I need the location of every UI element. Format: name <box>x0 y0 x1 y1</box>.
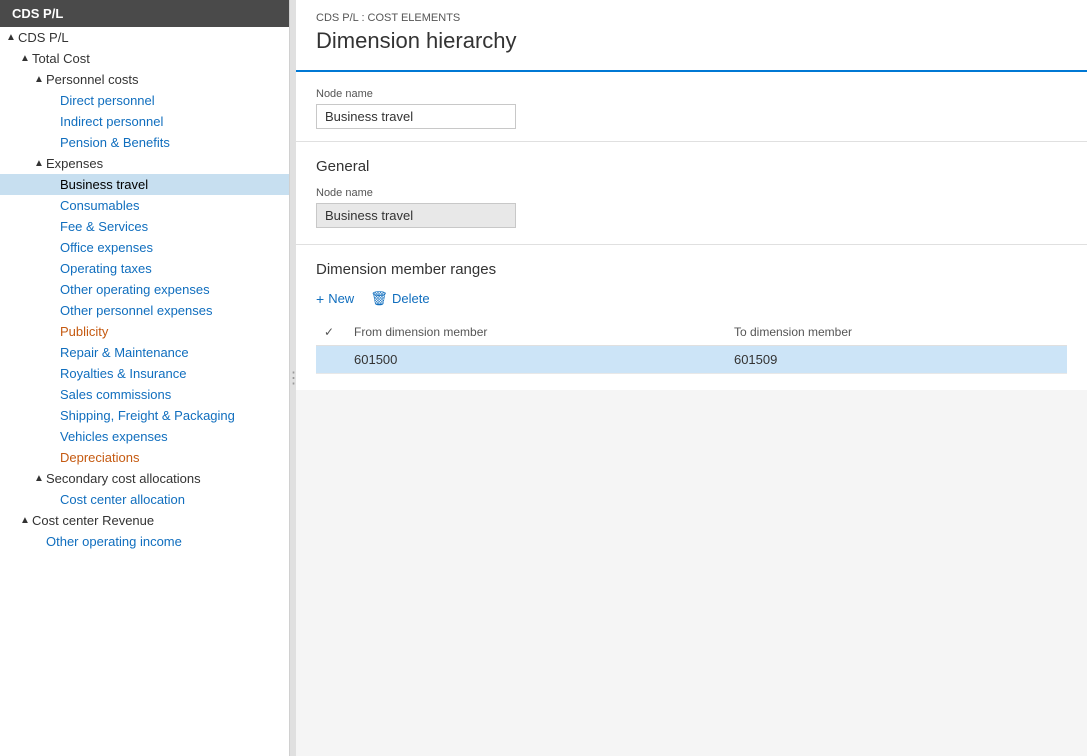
toggle-icon-personnel-costs: ▲ <box>32 74 46 85</box>
sidebar-label-operating-taxes: Operating taxes <box>60 261 152 276</box>
plus-icon: + <box>316 291 324 307</box>
sidebar-label-royalties-insurance: Royalties & Insurance <box>60 366 186 381</box>
sidebar-item-depreciations[interactable]: Depreciations <box>0 447 289 468</box>
top-node-name-label: Node name <box>316 88 1067 100</box>
sidebar-item-fee-services[interactable]: Fee & Services <box>0 216 289 237</box>
sidebar-label-business-travel: Business travel <box>60 177 148 192</box>
sidebar-item-royalties-insurance[interactable]: Royalties & Insurance <box>0 363 289 384</box>
sidebar-label-expenses: Expenses <box>46 156 103 171</box>
table-row[interactable]: 601500601509 <box>316 346 1067 374</box>
sidebar-item-office-expenses[interactable]: Office expenses <box>0 237 289 258</box>
sidebar-item-vehicles-expenses[interactable]: Vehicles expenses <box>0 426 289 447</box>
sidebar-label-indirect-personnel: Indirect personnel <box>60 114 163 129</box>
col-from-header: From dimension member <box>346 319 726 346</box>
sidebar-label-total-cost: Total Cost <box>32 51 90 66</box>
sidebar-item-repair-maintenance[interactable]: Repair & Maintenance <box>0 342 289 363</box>
sidebar-item-sales-commissions[interactable]: Sales commissions <box>0 384 289 405</box>
sidebar-label-sales-commissions: Sales commissions <box>60 387 171 402</box>
sidebar-item-total-cost[interactable]: ▲Total Cost <box>0 48 289 69</box>
toggle-icon-secondary-cost: ▲ <box>32 473 46 484</box>
toggle-icon-total-cost: ▲ <box>18 53 32 64</box>
sidebar-item-other-operating-expenses[interactable]: Other operating expenses <box>0 279 289 300</box>
new-label: New <box>328 291 354 306</box>
sidebar-label-vehicles-expenses: Vehicles expenses <box>60 429 168 444</box>
page-title: Dimension hierarchy <box>316 28 1067 54</box>
row-check-0 <box>316 346 346 374</box>
table-header-row: ✓ From dimension member To dimension mem… <box>316 319 1067 346</box>
sidebar-header: CDS P/L <box>0 0 289 27</box>
new-button[interactable]: + New <box>316 291 354 307</box>
top-node-name-value: Business travel <box>316 104 516 129</box>
sidebar-label-secondary-cost: Secondary cost allocations <box>46 471 201 486</box>
sidebar-label-publicity: Publicity <box>60 324 108 339</box>
dim-member-table: ✓ From dimension member To dimension mem… <box>316 319 1067 374</box>
row-to-0: 601509 <box>726 346 1067 374</box>
node-name-label: Node name <box>316 187 1067 199</box>
row-from-0: 601500 <box>346 346 726 374</box>
sidebar-label-direct-personnel: Direct personnel <box>60 93 155 108</box>
sidebar-item-operating-taxes[interactable]: Operating taxes <box>0 258 289 279</box>
sidebar-label-office-expenses: Office expenses <box>60 240 153 255</box>
general-section: General Node name <box>296 142 1087 244</box>
main-content: CDS P/L : COST ELEMENTS Dimension hierar… <box>296 0 1087 756</box>
top-node-section: Node name Business travel <box>296 72 1087 141</box>
general-title: General <box>316 158 1067 175</box>
sidebar-label-fee-services: Fee & Services <box>60 219 148 234</box>
col-check: ✓ <box>316 319 346 346</box>
sidebar-label-cost-center-allocation: Cost center allocation <box>60 492 185 507</box>
sidebar: CDS P/L ▲CDS P/L▲Total Cost▲Personnel co… <box>0 0 290 756</box>
sidebar-item-cds-pl[interactable]: ▲CDS P/L <box>0 27 289 48</box>
sidebar-label-personnel-costs: Personnel costs <box>46 72 139 87</box>
toggle-icon-expenses: ▲ <box>32 158 46 169</box>
sidebar-label-shipping: Shipping, Freight & Packaging <box>60 408 235 423</box>
sidebar-item-other-personnel-expenses[interactable]: Other personnel expenses <box>0 300 289 321</box>
delete-icon: 🗑 <box>370 290 388 307</box>
sidebar-item-cost-center-allocation[interactable]: Cost center allocation <box>0 489 289 510</box>
sidebar-label-other-operating-income: Other operating income <box>46 534 182 549</box>
sidebar-item-indirect-personnel[interactable]: Indirect personnel <box>0 111 289 132</box>
sidebar-item-business-travel[interactable]: Business travel <box>0 174 289 195</box>
table-body: 601500601509 <box>316 346 1067 374</box>
sidebar-item-personnel-costs[interactable]: ▲Personnel costs <box>0 69 289 90</box>
sidebar-label-pension-benefits: Pension & Benefits <box>60 135 170 150</box>
sidebar-item-shipping[interactable]: Shipping, Freight & Packaging <box>0 405 289 426</box>
sidebar-item-expenses[interactable]: ▲Expenses <box>0 153 289 174</box>
breadcrumb: CDS P/L : COST ELEMENTS <box>316 12 1067 24</box>
sidebar-label-cost-center-revenue: Cost center Revenue <box>32 513 154 528</box>
sidebar-label-other-operating-expenses: Other operating expenses <box>60 282 210 297</box>
sidebar-label-consumables: Consumables <box>60 198 140 213</box>
toggle-icon-cds-pl: ▲ <box>4 32 18 43</box>
sidebar-label-cds-pl: CDS P/L <box>18 30 69 45</box>
main-header: CDS P/L : COST ELEMENTS Dimension hierar… <box>296 0 1087 72</box>
dim-member-title: Dimension member ranges <box>316 261 1067 278</box>
toolbar: + New 🗑 Delete <box>316 290 1067 307</box>
sidebar-item-secondary-cost[interactable]: ▲Secondary cost allocations <box>0 468 289 489</box>
sidebar-label-repair-maintenance: Repair & Maintenance <box>60 345 189 360</box>
toggle-icon-cost-center-revenue: ▲ <box>18 515 32 526</box>
sidebar-label-other-personnel-expenses: Other personnel expenses <box>60 303 212 318</box>
sidebar-item-direct-personnel[interactable]: Direct personnel <box>0 90 289 111</box>
delete-label: Delete <box>392 291 430 306</box>
sidebar-item-publicity[interactable]: Publicity <box>0 321 289 342</box>
sidebar-item-pension-benefits[interactable]: Pension & Benefits <box>0 132 289 153</box>
delete-button[interactable]: 🗑 Delete <box>370 290 429 307</box>
sidebar-label-depreciations: Depreciations <box>60 450 140 465</box>
col-to-header: To dimension member <box>726 319 1067 346</box>
dim-member-section: Dimension member ranges + New 🗑 Delete ✓… <box>296 245 1087 390</box>
sidebar-item-other-operating-income[interactable]: Other operating income <box>0 531 289 552</box>
node-name-input[interactable] <box>316 203 516 228</box>
sidebar-item-cost-center-revenue[interactable]: ▲Cost center Revenue <box>0 510 289 531</box>
sidebar-item-consumables[interactable]: Consumables <box>0 195 289 216</box>
tree: ▲CDS P/L▲Total Cost▲Personnel costsDirec… <box>0 27 289 552</box>
